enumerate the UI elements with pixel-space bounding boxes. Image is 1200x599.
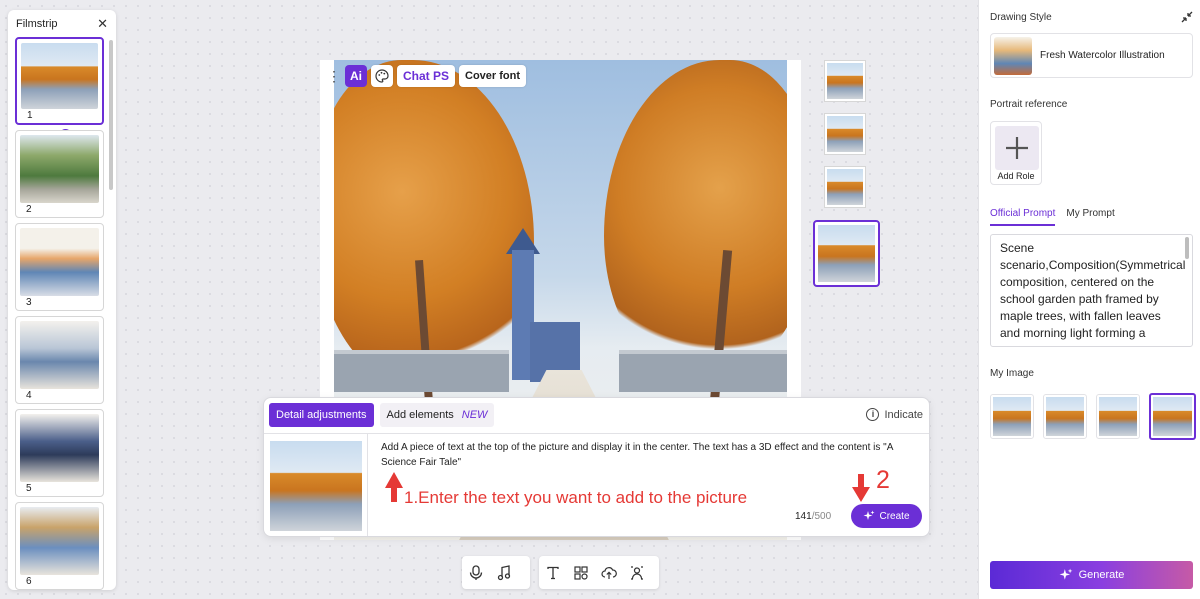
- collapse-icon[interactable]: [1181, 10, 1193, 28]
- page-thumbnail-image: [20, 321, 99, 389]
- music-icon[interactable]: [496, 564, 512, 581]
- filmstrip-page-6[interactable]: 6: [15, 502, 104, 590]
- edit-panel: Detail adjustments Add elements NEW i In…: [263, 397, 930, 537]
- drawing-style-label: Drawing Style: [990, 12, 1052, 23]
- tab-add-elements-label: Add elements: [386, 409, 454, 421]
- my-image-1[interactable]: [990, 394, 1034, 439]
- cover-font-button[interactable]: Cover font: [459, 65, 527, 87]
- drawing-style-selector[interactable]: Fresh Watercolor Illustration: [990, 33, 1193, 78]
- portrait-reference-label: Portrait reference: [990, 99, 1068, 110]
- palette-button[interactable]: [371, 65, 393, 87]
- filmstrip-page-3[interactable]: 3: [15, 223, 104, 311]
- arrow-up-annotation-icon: [385, 472, 403, 502]
- generate-label: Generate: [1078, 569, 1125, 581]
- version-thumbnail-1[interactable]: [824, 60, 866, 102]
- prompt-textarea[interactable]: Scene scenario,Composition(Symmetrical c…: [990, 234, 1193, 347]
- version-image: [818, 225, 875, 282]
- stone-wall-right: [619, 350, 787, 392]
- canvas-toolbar: ⋮ Ai Chat PS Cover font: [327, 65, 527, 87]
- page-thumbnail-image: [20, 228, 99, 296]
- my-image-4[interactable]: [1149, 393, 1196, 440]
- char-count-limit: /500: [811, 511, 832, 522]
- version-image: [827, 169, 863, 205]
- info-icon: i: [866, 408, 880, 421]
- version-thumbnail-2[interactable]: [824, 113, 866, 155]
- create-label: Create: [879, 510, 910, 522]
- indicate-button[interactable]: i Indicate: [866, 408, 923, 421]
- filmstrip-scrollbar[interactable]: [109, 40, 113, 190]
- tab-my-prompt[interactable]: My Prompt: [1066, 208, 1114, 226]
- version-thumbnail-4[interactable]: [813, 220, 880, 287]
- my-image-list: [990, 393, 1196, 440]
- source-image-preview: [264, 434, 368, 536]
- page-number: 6: [26, 576, 32, 587]
- filmstrip-header: Filmstrip ✕: [8, 10, 116, 38]
- bottom-toolbar-elements: [539, 556, 659, 589]
- my-image-label: My Image: [990, 368, 1034, 379]
- filmstrip-page-1[interactable]: 1: [15, 37, 104, 125]
- text-icon[interactable]: [545, 565, 561, 581]
- page-number: 2: [26, 204, 32, 215]
- filmstrip-page-4[interactable]: 4: [15, 316, 104, 404]
- filmstrip-page-5[interactable]: 5: [15, 409, 104, 497]
- add-role-label: Add Role: [997, 171, 1035, 181]
- my-image-thumb: [1099, 397, 1137, 436]
- palette-icon: [375, 69, 389, 83]
- my-image-2[interactable]: [1043, 394, 1087, 439]
- tab-detail-adjustments[interactable]: Detail adjustments: [269, 403, 374, 427]
- page-number: 4: [26, 390, 32, 401]
- sparkle-icon: [1059, 568, 1072, 580]
- arrow-down-annotation-icon: [852, 474, 870, 502]
- page-thumbnail-image: [20, 414, 99, 482]
- preview-image: [269, 441, 362, 531]
- edit-prompt-input[interactable]: Add A piece of text at the top of the pi…: [381, 440, 921, 470]
- page-thumbnail-image: [20, 135, 99, 203]
- stone-wall-left: [334, 350, 509, 392]
- tab-official-prompt[interactable]: Official Prompt: [990, 208, 1056, 226]
- prompt-text: Scene scenario,Composition(Symmetrical c…: [1000, 241, 1186, 340]
- my-image-thumb: [1153, 397, 1192, 436]
- page-number: 1: [27, 110, 33, 121]
- background-remove-icon[interactable]: [629, 565, 645, 581]
- page-number: 5: [26, 483, 32, 494]
- character-count: 141/500: [795, 511, 831, 522]
- sparkle-icon: [863, 510, 875, 520]
- tab-add-elements[interactable]: Add elements NEW: [379, 403, 495, 427]
- my-image-3[interactable]: [1096, 394, 1140, 439]
- style-name: Fresh Watercolor Illustration: [1040, 50, 1165, 61]
- close-icon[interactable]: ✕: [97, 16, 108, 32]
- version-thumbnail-3[interactable]: [824, 166, 866, 208]
- filmstrip-panel: Filmstrip ✕ 1 + 2 3 4 5 6: [8, 10, 116, 590]
- version-image: [827, 116, 863, 152]
- chat-ps-button[interactable]: Chat PS: [397, 65, 456, 87]
- settings-panel: Drawing Style Fresh Watercolor Illustrat…: [978, 0, 1200, 599]
- annotation-instruction: 1.Enter the text you want to add to the …: [404, 488, 748, 507]
- my-image-thumb: [1046, 397, 1084, 436]
- version-image: [827, 63, 863, 99]
- annotation-step-2: 2: [876, 466, 890, 494]
- my-image-thumb: [993, 397, 1031, 436]
- prompt-tabs: Official Prompt My Prompt: [990, 208, 1115, 226]
- style-thumbnail: [994, 36, 1032, 75]
- more-vertical-icon[interactable]: ⋮: [327, 68, 341, 85]
- add-role-button[interactable]: Add Role: [990, 121, 1042, 185]
- edit-tabs: Detail adjustments Add elements NEW: [269, 403, 495, 427]
- upload-icon[interactable]: [601, 565, 617, 581]
- generate-button[interactable]: Generate: [990, 561, 1193, 589]
- page-thumbnail-image: [20, 507, 99, 575]
- indicate-label: Indicate: [884, 408, 923, 421]
- create-button[interactable]: Create: [851, 504, 922, 528]
- filmstrip-title: Filmstrip: [16, 18, 58, 30]
- filmstrip-page-2[interactable]: 2: [15, 130, 104, 218]
- ai-button[interactable]: Ai: [345, 65, 367, 87]
- new-badge: NEW: [461, 409, 488, 421]
- plus-icon: [995, 126, 1039, 170]
- page-number: 3: [26, 297, 32, 308]
- page-thumbnail-image: [21, 43, 98, 109]
- char-count-current: 141: [795, 511, 812, 522]
- microphone-icon[interactable]: [468, 564, 484, 581]
- bottom-toolbar-audio: [462, 556, 530, 589]
- prompt-scrollbar[interactable]: [1185, 237, 1189, 259]
- elements-icon[interactable]: [573, 565, 589, 581]
